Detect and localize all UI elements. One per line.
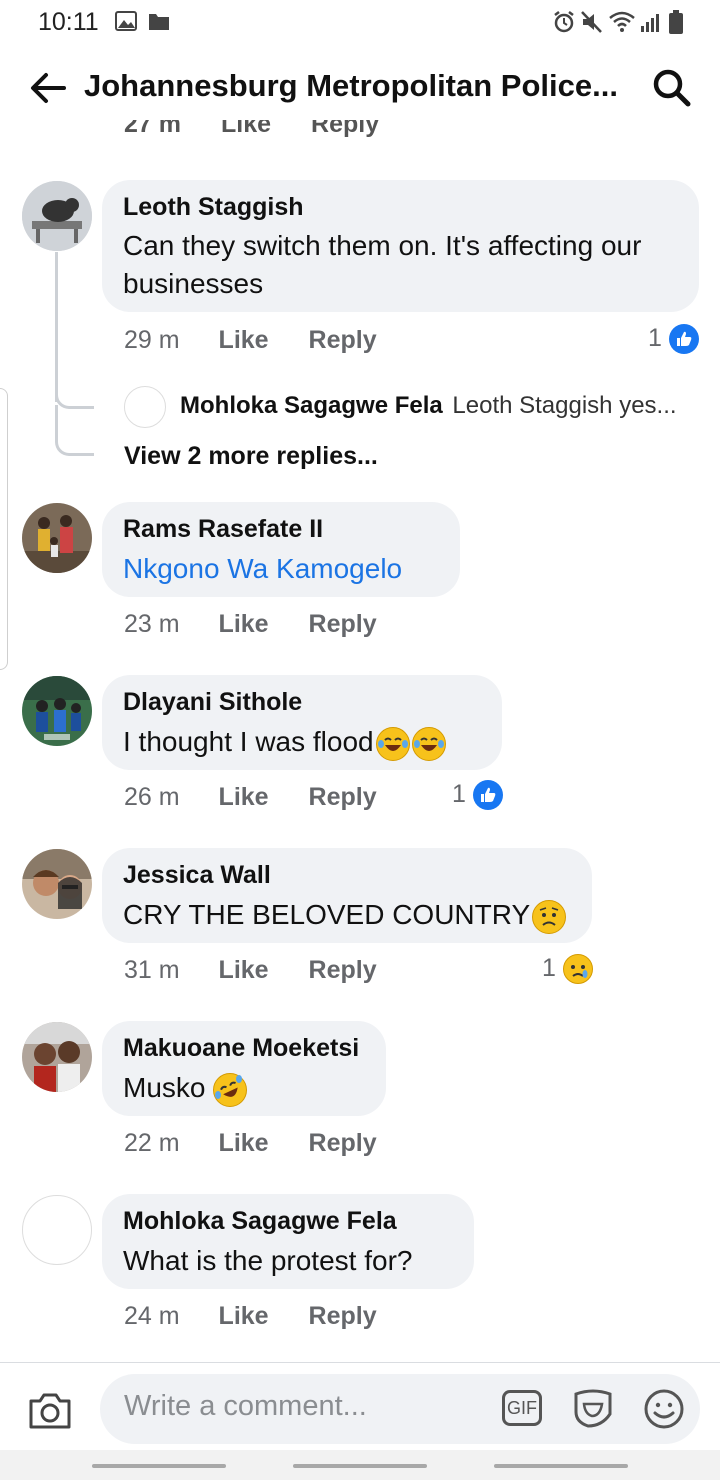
comment-bubble[interactable]: Mohloka Sagagwe Fela What is the protest… [102,1194,474,1289]
avatar[interactable] [22,849,92,919]
commenter-name[interactable]: Rams Rasefate II [123,514,440,544]
avatar[interactable] [124,386,166,428]
comment-text: Can they switch them on. It's affecting … [123,230,642,299]
commenter-name[interactable]: Leoth Staggish [123,192,679,222]
avatar[interactable] [22,676,92,746]
comment-time: 31 m [124,956,180,984]
commenter-name[interactable]: Makuoane Moeketsi [123,1033,366,1063]
comment-text: CRY THE BELOVED COUNTRY [123,896,572,934]
reply-button[interactable]: Reply [309,1129,377,1157]
comment-time: 24 m [124,1302,180,1330]
comment-actions: 26 m Like Reply [124,783,377,812]
nav-recents-button[interactable] [92,1464,226,1468]
avatar[interactable] [22,181,92,251]
partial-comment-meta: 27 m Like Reply [124,120,380,138]
reply-button[interactable]: Reply [309,610,377,638]
comment-text: What is the protest for? [123,1245,413,1276]
comment-time: 23 m [124,610,180,638]
thread-connector [55,370,94,409]
thread-connector [55,405,94,456]
reply-button[interactable]: Reply [309,326,377,354]
commenter-name[interactable]: Dlayani Sithole [123,687,482,717]
comment-bubble[interactable]: Rams Rasefate II Nkgono Wa Kamogelo [102,502,460,597]
gif-button[interactable]: GIF [502,1390,542,1426]
status-time: 10:11 [38,8,99,36]
comment-actions: 23 m Like Reply [124,610,377,639]
like-icon [472,780,503,811]
like-button[interactable]: Like [219,956,269,984]
nav-back-button[interactable] [494,1464,628,1468]
camera-icon[interactable] [28,1390,72,1430]
wifi-icon [609,11,635,32]
sticker-icon[interactable] [570,1386,616,1430]
reply-button[interactable]: Reply [309,956,377,984]
sad-icon [562,954,593,985]
like-icon [668,324,699,355]
gallery-icon [115,11,137,31]
laughing-tears-emoji-icon [375,726,410,761]
battery-icon [669,10,683,34]
signal-icon [641,14,659,32]
mute-icon [581,11,602,33]
folder-icon [149,14,169,30]
like-button[interactable]: Like [219,610,269,638]
comment-composer: GIF [100,1374,700,1444]
avatar[interactable] [22,1195,92,1265]
page-title: Johannesburg Metropolitan Police... [84,68,618,103]
reaction-summary[interactable]: 1 [542,954,593,985]
comment-actions: 22 m Like Reply [124,1129,377,1158]
reaction-summary[interactable]: 1 [648,324,699,355]
comment-time: 22 m [124,1129,180,1157]
comment-actions: 24 m Like Reply [124,1302,377,1331]
comment-time: 29 m [124,326,180,354]
nav-home-button[interactable] [293,1464,427,1468]
alarm-icon [554,11,574,33]
like-button[interactable]: Like [219,326,269,354]
divider [0,1362,720,1363]
rolling-laughing-emoji-icon [213,1072,248,1107]
laughing-tears-emoji-icon [411,726,446,761]
comment-text: Musko [123,1069,366,1107]
commenter-name[interactable]: Mohloka Sagagwe Fela [123,1206,454,1236]
reply-button[interactable]: Reply [309,783,377,811]
edge-panel-handle[interactable] [0,388,8,670]
emoji-icon[interactable] [643,1388,685,1430]
comment-time: 26 m [124,783,180,811]
commenter-name[interactable]: Jessica Wall [123,860,572,890]
comment-bubble[interactable]: Leoth Staggish Can they switch them on. … [102,180,699,312]
like-button[interactable]: Like [219,1129,269,1157]
comment-input[interactable] [122,1389,486,1424]
avatar[interactable] [22,1022,92,1092]
tagged-user-link[interactable]: Nkgono Wa Kamogelo [123,550,440,588]
reaction-summary[interactable]: 1 [452,780,503,811]
comment-actions: 29 m Like Reply [124,326,377,355]
reply-author: Mohloka Sagagwe Fela [180,392,443,419]
back-arrow-icon[interactable] [28,68,68,108]
comment-bubble[interactable]: Jessica Wall CRY THE BELOVED COUNTRY [102,848,592,943]
comment-actions: 31 m Like Reply [124,956,377,985]
reply-button[interactable]: Reply [309,1302,377,1330]
comment-bubble[interactable]: Makuoane Moeketsi Musko [102,1021,386,1116]
nested-reply[interactable]: Mohloka Sagagwe Fela Leoth Staggish yes.… [180,392,677,420]
reply-preview: Leoth Staggish yes... [452,392,677,419]
like-button[interactable]: Like [219,783,269,811]
avatar[interactable] [22,503,92,573]
search-icon[interactable] [650,66,694,110]
comment-bubble[interactable]: Dlayani Sithole I thought I was flood [102,675,502,770]
sad-face-emoji-icon [532,899,567,934]
comment-text: I thought I was flood [123,723,482,761]
view-more-replies-link[interactable]: View 2 more replies... [124,442,378,471]
like-button[interactable]: Like [219,1302,269,1330]
